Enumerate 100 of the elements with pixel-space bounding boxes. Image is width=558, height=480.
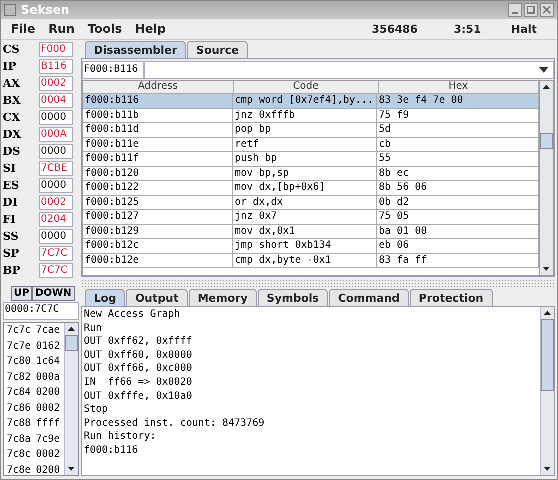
elapsed-time: 3:51 xyxy=(454,22,482,36)
menu-item[interactable]: File xyxy=(5,22,43,36)
stack-value: 0002 xyxy=(36,402,60,414)
register-field[interactable]: 0000 xyxy=(39,144,73,158)
table-cell: 5d xyxy=(377,123,539,138)
stack-address: 7c86 xyxy=(7,402,32,414)
tab[interactable]: Source xyxy=(187,41,248,58)
register-field[interactable]: 0000 xyxy=(39,110,73,124)
log-line: IN ff66 => 0x0020 xyxy=(84,376,194,390)
close-icon xyxy=(543,6,551,14)
table-cell: mov bp,sp xyxy=(233,166,377,181)
scrollbar[interactable] xyxy=(64,323,78,475)
register-field[interactable]: 7C7C xyxy=(39,246,73,260)
table-cell: 8b ec xyxy=(377,166,539,181)
table-row[interactable]: f000:b116 cmp word [0x7ef4],by... 83 3e f4 7e 00 xyxy=(83,94,539,108)
scroll-down-arrow-icon[interactable] xyxy=(543,267,550,271)
close-button[interactable] xyxy=(540,3,554,17)
register-label: DI xyxy=(3,196,19,208)
table-cell: f000:b127 xyxy=(83,210,233,224)
table-row[interactable]: f000:b125 or dx,dx 0b d2 xyxy=(83,196,539,210)
tab[interactable]: Symbols xyxy=(258,289,328,306)
maximize-button[interactable] xyxy=(524,3,538,17)
address-combo-box[interactable] xyxy=(144,61,554,79)
log-line: OUT 0xff62, 0xffff xyxy=(84,336,194,350)
log-line: Run history: xyxy=(84,431,158,444)
table-row[interactable]: f000:b12e cmp dx,byte -0x1 83 fa ff xyxy=(83,254,539,268)
table-row[interactable]: f000:b129 mov dx,0x1 ba 01 00 xyxy=(83,224,539,239)
register-field[interactable]: 0000 xyxy=(39,178,73,192)
scrollbar-thumb[interactable] xyxy=(541,319,554,391)
tab[interactable]: Output xyxy=(126,289,188,306)
menu-item[interactable]: Run xyxy=(42,22,82,36)
table-row[interactable]: f000:b120 mov bp,sp 8b ec xyxy=(83,166,539,181)
stack-scroll-button[interactable]: DOWN xyxy=(32,286,75,301)
log-line: New Access Graph xyxy=(84,309,182,322)
register-field[interactable]: 0204 xyxy=(39,212,73,226)
table-cell: f000:b12c xyxy=(83,239,233,254)
table-row[interactable]: f000:b11b jnz 0xfffb 75 f9 xyxy=(83,108,539,123)
window-icon xyxy=(4,4,16,16)
register-field[interactable]: 0002 xyxy=(39,76,73,90)
register-label: ES xyxy=(3,178,20,192)
table-row[interactable]: f000:b127 jnz 0x7 75 05 xyxy=(83,210,539,224)
scroll-up-arrow-icon[interactable] xyxy=(544,311,551,315)
register-field[interactable]: 7C7C xyxy=(39,262,73,278)
scroll-up-arrow-icon[interactable] xyxy=(68,327,75,331)
stack-address: 7c7e xyxy=(7,340,32,352)
tab[interactable]: Protection xyxy=(410,289,493,306)
menu-item[interactable]: Help xyxy=(129,22,174,36)
stack-address: 7c8a xyxy=(7,434,32,445)
table-row[interactable]: f000:b122 mov dx,[bp+0x6] 8b 56 06 xyxy=(83,181,539,196)
register-label: CS xyxy=(3,42,21,56)
stack-address-field[interactable]: 0000:7C7C xyxy=(3,302,79,320)
table-cell: f000:b129 xyxy=(83,224,233,239)
register-field[interactable]: 0000 xyxy=(39,228,73,244)
table-cell: f000:b120 xyxy=(83,166,233,181)
table-row[interactable]: f000:b11f push bp 55 xyxy=(83,152,539,166)
tab[interactable]: Command xyxy=(329,289,409,306)
stack-value: ffff xyxy=(36,418,60,430)
register-field[interactable]: 7CBE xyxy=(39,160,73,176)
stack-value: 000a xyxy=(36,372,60,383)
instruction-counter: 356486 xyxy=(372,22,418,36)
table-cell: cb xyxy=(377,138,539,152)
log-line: OUT 0xff66, 0xc000 xyxy=(84,363,194,376)
stack-address: 7c80 xyxy=(7,356,32,368)
register-label: DS xyxy=(3,144,22,158)
scrollbar-thumb[interactable] xyxy=(65,335,78,351)
table-row[interactable]: f000:b12c jmp short 0xb134 eb 06 xyxy=(83,239,539,254)
register-field[interactable]: 0002 xyxy=(39,194,73,210)
scrollbar[interactable] xyxy=(539,81,553,275)
register-field[interactable]: 0004 xyxy=(39,92,73,108)
register-field[interactable]: B116 xyxy=(39,58,73,74)
table-row[interactable]: f000:b11d pop bp 5d xyxy=(83,123,539,138)
log-line: Stop xyxy=(84,404,110,418)
register-label: DX xyxy=(3,128,22,140)
register-field[interactable]: 000A xyxy=(39,126,73,142)
minimize-button[interactable] xyxy=(508,3,522,17)
stack-value: 0200 xyxy=(36,464,60,475)
stack-value: 7c9e xyxy=(36,434,60,445)
scrollbar-thumb[interactable] xyxy=(540,133,553,149)
stack-scroll-button[interactable]: UP xyxy=(11,286,32,301)
scrollbar[interactable] xyxy=(540,307,554,475)
register-field[interactable]: F000 xyxy=(39,42,73,56)
log-line: f000:b116 xyxy=(84,444,140,458)
log-line: Run xyxy=(84,322,104,336)
scroll-down-arrow-icon[interactable] xyxy=(544,467,551,471)
table-cell: f000:b122 xyxy=(83,181,233,196)
dropdown-arrow-icon xyxy=(539,67,549,73)
tab[interactable]: Disassembler xyxy=(85,41,186,58)
scroll-down-arrow-icon[interactable] xyxy=(68,467,75,471)
table-row[interactable]: f000:b11e retf cb xyxy=(83,138,539,152)
tab[interactable]: Log xyxy=(85,289,126,306)
address-field[interactable]: F000:B116 xyxy=(82,61,144,79)
tab[interactable]: Memory xyxy=(188,289,257,306)
register-label: IP xyxy=(3,60,18,72)
table-cell: or dx,dx xyxy=(233,196,377,210)
scroll-up-arrow-icon[interactable] xyxy=(543,85,550,89)
table-cell: 83 3e f4 7e 00 xyxy=(377,94,539,108)
table-cell: mov dx,[bp+0x6] xyxy=(233,181,377,196)
register-label: BP xyxy=(3,264,22,276)
register-label: AX xyxy=(3,76,22,90)
menu-item[interactable]: Tools xyxy=(82,22,130,36)
